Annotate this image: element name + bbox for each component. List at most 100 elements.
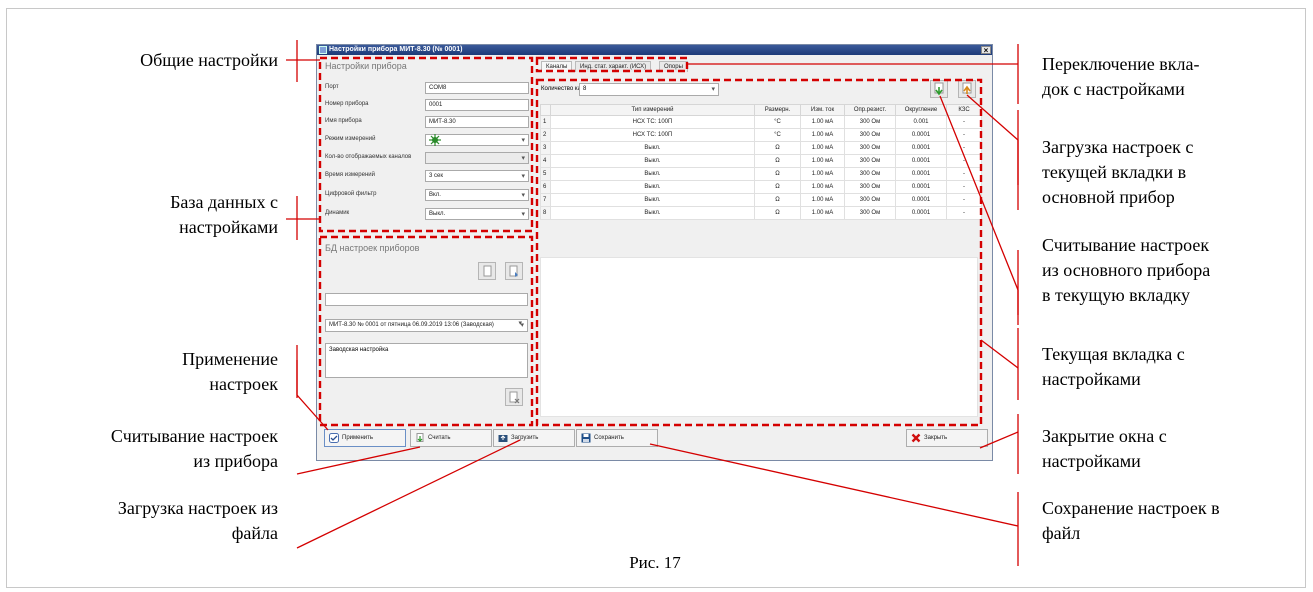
table-cell[interactable]: 1.00 мА bbox=[800, 167, 845, 181]
db-delete-button[interactable] bbox=[505, 388, 523, 406]
settings-row: Цифровой фильтр Вкл. bbox=[325, 189, 529, 202]
table-cell[interactable]: НСХ ТС: 100П bbox=[550, 128, 755, 142]
channels-count-select[interactable]: 8 bbox=[579, 83, 719, 96]
table-cell[interactable]: - bbox=[946, 206, 982, 220]
table-cell[interactable]: 300 Ом bbox=[844, 141, 896, 155]
table-cell[interactable]: 1.00 мА bbox=[800, 154, 845, 168]
read-from-device-button[interactable] bbox=[958, 80, 976, 98]
tab-ish[interactable]: Инд. стат. характ. (ИСХ) bbox=[575, 61, 652, 72]
table-cell[interactable]: Выкл. bbox=[550, 193, 755, 207]
table-row[interactable]: 2 НСХ ТС: 100П °С 1.00 мА 300 Ом 0.0001- bbox=[540, 128, 982, 142]
table-cell[interactable]: - bbox=[946, 141, 982, 155]
row-number-cell: 6 bbox=[540, 180, 551, 194]
table-cell[interactable]: 1.00 мА bbox=[800, 115, 845, 129]
table-cell[interactable]: 1.00 мА bbox=[800, 128, 845, 142]
table-cell[interactable]: - bbox=[946, 115, 982, 129]
table-cell[interactable]: 1.00 мА bbox=[800, 193, 845, 207]
table-cell[interactable]: Выкл. bbox=[550, 167, 755, 181]
table-cell[interactable]: Ω bbox=[754, 206, 801, 220]
table-cell[interactable]: 300 Ом bbox=[844, 180, 896, 194]
table-header-cell[interactable]: КЗС bbox=[946, 104, 982, 116]
db-description-textarea[interactable]: Заводская настройка bbox=[325, 343, 528, 378]
table-cell[interactable]: 0.0001 bbox=[895, 128, 947, 142]
read-button[interactable]: Считать bbox=[410, 429, 492, 447]
db-apply-record-button[interactable] bbox=[505, 262, 523, 280]
table-cell[interactable]: 0.0001 bbox=[895, 193, 947, 207]
table-cell[interactable]: 300 Ом bbox=[844, 193, 896, 207]
settings-row-field[interactable]: 0001 bbox=[425, 99, 529, 111]
table-cell[interactable]: Выкл. bbox=[550, 206, 755, 220]
note-tab-switching: Переключение вкла- док с настройками bbox=[1042, 54, 1200, 99]
settings-row-label: Номер прибора bbox=[325, 101, 369, 107]
table-row[interactable]: 1 НСХ ТС: 100П °С 1.00 мА 300 Ом 0.001- bbox=[540, 115, 982, 129]
table-cell[interactable]: Выкл. bbox=[550, 141, 755, 155]
table-cell[interactable]: 300 Ом bbox=[844, 128, 896, 142]
table-cell[interactable]: °С bbox=[754, 115, 801, 129]
table-row[interactable]: 7 Выкл. Ω 1.00 мА 300 Ом 0.0001- bbox=[540, 193, 982, 207]
note-apply-settings: Применение настроек bbox=[182, 349, 278, 394]
table-header-cell[interactable]: Округление bbox=[895, 104, 947, 116]
settings-row-field[interactable]: Выкл. bbox=[425, 208, 529, 220]
apply-button[interactable]: Применить bbox=[324, 429, 406, 447]
table-cell[interactable]: - bbox=[946, 180, 982, 194]
db-name-input[interactable] bbox=[325, 293, 528, 306]
table-row[interactable]: 3 Выкл. Ω 1.00 мА 300 Ом 0.0001- bbox=[540, 141, 982, 155]
table-cell[interactable]: - bbox=[946, 128, 982, 142]
table-cell[interactable]: °С bbox=[754, 128, 801, 142]
table-cell[interactable]: 0.0001 bbox=[895, 206, 947, 220]
table-cell[interactable]: - bbox=[946, 167, 982, 181]
settings-row-field[interactable]: COM8 bbox=[425, 82, 529, 94]
settings-row-field[interactable]: Вкл. bbox=[425, 189, 529, 201]
table-cell[interactable]: 300 Ом bbox=[844, 206, 896, 220]
table-cell[interactable]: Ω bbox=[754, 154, 801, 168]
table-row[interactable]: 8 Выкл. Ω 1.00 мА 300 Ом 0.0001- bbox=[540, 206, 982, 220]
table-cell[interactable]: 0.0001 bbox=[895, 180, 947, 194]
table-header-cell[interactable]: Изм. ток bbox=[800, 104, 845, 116]
table-cell[interactable]: - bbox=[946, 193, 982, 207]
table-row[interactable]: 4 Выкл. Ω 1.00 мА 300 Ом 0.0001- bbox=[540, 154, 982, 168]
db-add-button[interactable] bbox=[478, 262, 496, 280]
table-cell[interactable]: НСХ ТС: 100П bbox=[550, 115, 755, 129]
table-cell[interactable]: 0.001 bbox=[895, 115, 947, 129]
load-button[interactable]: Загрузить bbox=[493, 429, 575, 447]
table-cell[interactable]: 1.00 мА bbox=[800, 206, 845, 220]
table-cell[interactable]: Ω bbox=[754, 193, 801, 207]
table-header-cell[interactable]: Тип измерений bbox=[550, 104, 755, 116]
table-cell[interactable]: Выкл. bbox=[550, 180, 755, 194]
app-icon bbox=[319, 46, 327, 54]
tab-channels[interactable]: Каналы bbox=[541, 61, 573, 72]
table-cell[interactable]: 1.00 мА bbox=[800, 180, 845, 194]
settings-row-label: Порт bbox=[325, 84, 339, 90]
read-icon bbox=[416, 433, 424, 442]
table-cell[interactable]: - bbox=[946, 154, 982, 168]
db-record-select[interactable]: МИТ-8.30 № 0001 от пятница 06.09.2019 13… bbox=[325, 319, 528, 332]
window-close-button[interactable]: × bbox=[981, 46, 991, 55]
table-cell[interactable]: Ω bbox=[754, 167, 801, 181]
table-cell[interactable]: 300 Ом bbox=[844, 115, 896, 129]
table-cell[interactable]: 1.00 мА bbox=[800, 141, 845, 155]
note-upload-tab-to-device: Загрузка настроек с текущей вкладки в ос… bbox=[1042, 137, 1194, 207]
table-cell[interactable]: 0.0001 bbox=[895, 141, 947, 155]
table-cell[interactable]: 0.0001 bbox=[895, 167, 947, 181]
save-button[interactable]: Сохранить bbox=[576, 429, 658, 447]
table-cell[interactable]: 0.0001 bbox=[895, 154, 947, 168]
table-header-cell[interactable]: Размерн. bbox=[754, 104, 801, 116]
settings-row-field[interactable]: МИТ-8.30 bbox=[425, 116, 529, 128]
tab-supports[interactable]: Опоры bbox=[659, 61, 688, 72]
close-button[interactable]: Закрыть bbox=[906, 429, 988, 447]
table-header-cell[interactable] bbox=[540, 104, 551, 116]
download-green-icon bbox=[934, 82, 944, 96]
table-cell[interactable]: 300 Ом bbox=[844, 154, 896, 168]
table-cell[interactable]: 300 Ом bbox=[844, 167, 896, 181]
settings-row: Время измерений 3 сек bbox=[325, 170, 529, 183]
table-cell[interactable]: Ω bbox=[754, 180, 801, 194]
table-row[interactable]: 5 Выкл. Ω 1.00 мА 300 Ом 0.0001- bbox=[540, 167, 982, 181]
device-settings-legend: Настройки прибора bbox=[325, 61, 407, 71]
db-record-row: МИТ-8.30 № 0001 от пятница 06.09.2019 13… bbox=[325, 319, 528, 332]
table-row[interactable]: 6 Выкл. Ω 1.00 мА 300 Ом 0.0001- bbox=[540, 180, 982, 194]
settings-row-field[interactable]: 3 сек bbox=[425, 170, 529, 182]
table-cell[interactable]: Выкл. bbox=[550, 154, 755, 168]
upload-to-device-button[interactable] bbox=[930, 80, 948, 98]
table-header-cell[interactable]: Опр.резист. bbox=[844, 104, 896, 116]
table-cell[interactable]: Ω bbox=[754, 141, 801, 155]
